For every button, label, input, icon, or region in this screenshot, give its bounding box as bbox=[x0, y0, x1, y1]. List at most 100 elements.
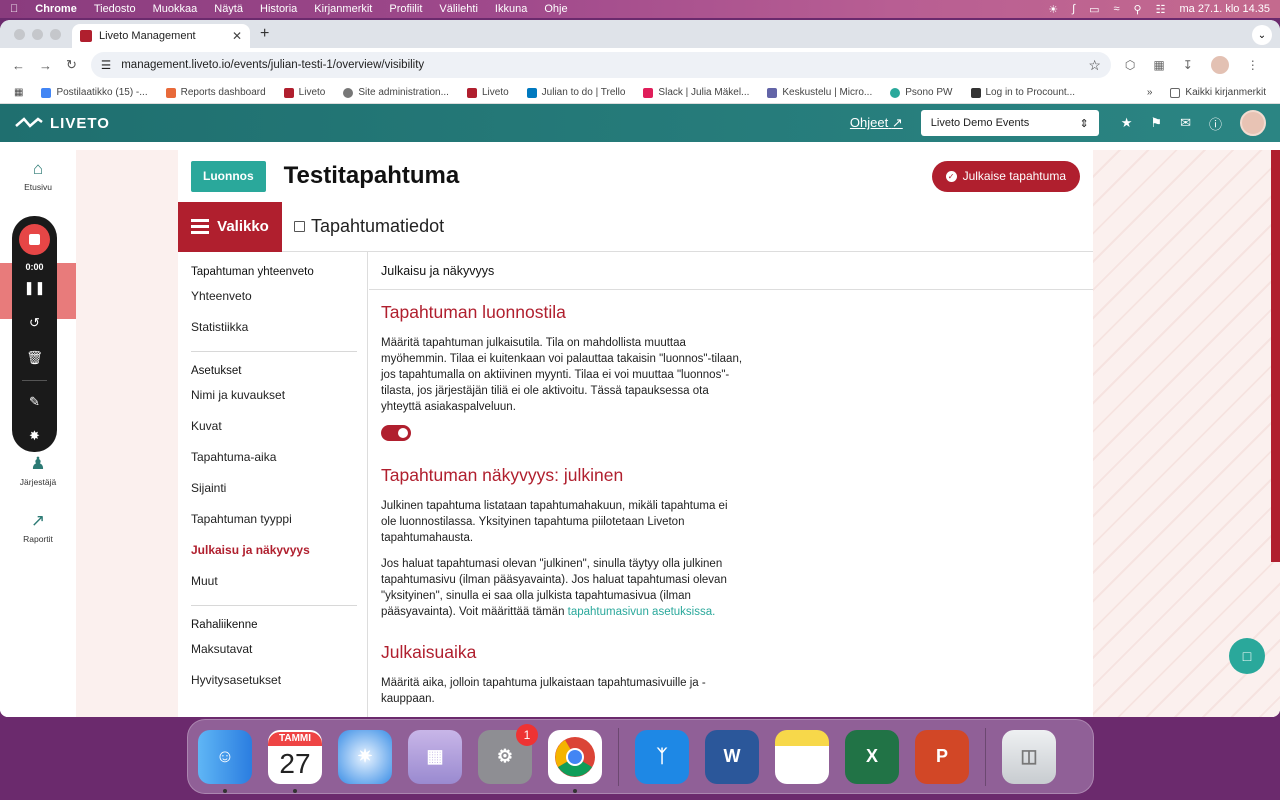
menu-profiles[interactable]: Profiilit bbox=[389, 3, 422, 15]
stop-recording-button[interactable] bbox=[19, 224, 50, 255]
nav-item-reports[interactable]: ↗ Raportit bbox=[0, 512, 76, 545]
menu-window[interactable]: Ikkuna bbox=[495, 3, 527, 15]
menu-view[interactable]: Näytä bbox=[214, 3, 243, 15]
menu-tab[interactable]: Välilehti bbox=[439, 3, 478, 15]
back-icon[interactable]: ← bbox=[12, 58, 25, 73]
sidebar-item-images[interactable]: Kuvat bbox=[178, 411, 367, 442]
close-tab-icon[interactable]: ✕ bbox=[232, 29, 242, 43]
wifi-icon[interactable]: ≈ bbox=[1114, 3, 1120, 15]
all-bookmarks-folder[interactable]: Kaikki kirjanmerkit bbox=[1170, 87, 1266, 98]
sidebar-item-refund-settings[interactable]: Hyvitysasetukset bbox=[178, 665, 367, 696]
effects-icon[interactable]: ✸ bbox=[12, 428, 57, 444]
zoom-window-button[interactable] bbox=[50, 29, 61, 40]
finder-app[interactable]: ☺ bbox=[198, 729, 252, 793]
apps-grid-icon[interactable]: ▦ bbox=[14, 87, 23, 98]
restart-icon[interactable]: ↺ bbox=[12, 315, 57, 331]
notes-app[interactable] bbox=[775, 729, 829, 784]
download-icon[interactable]: ↧ bbox=[1183, 58, 1193, 72]
browser-tab-active[interactable]: Liveto Management ✕ bbox=[72, 24, 250, 48]
bookmark-star-icon[interactable]: ☆ bbox=[1088, 57, 1101, 74]
profile-avatar[interactable] bbox=[1210, 56, 1229, 74]
address-bar[interactable]: ☰ management.liveto.io/events/julian-tes… bbox=[90, 52, 1111, 78]
user-avatar[interactable] bbox=[1240, 110, 1266, 136]
battery-icon[interactable]: ▭ bbox=[1089, 3, 1099, 16]
new-tab-button[interactable]: + bbox=[260, 25, 269, 43]
minimize-window-button[interactable] bbox=[32, 29, 43, 40]
draft-toggle[interactable] bbox=[381, 425, 411, 441]
excel-app[interactable]: X bbox=[845, 729, 899, 784]
pencil-icon[interactable]: ✎ bbox=[12, 394, 57, 410]
nav-item-home[interactable]: ⌂ Etusivu bbox=[0, 160, 76, 193]
puzzle-icon[interactable]: ▦ bbox=[1153, 58, 1164, 72]
bookmark-item[interactable]: Liveto bbox=[283, 87, 325, 98]
menu-bookmarks[interactable]: Kirjanmerkit bbox=[314, 3, 372, 15]
menu-file[interactable]: Tiedosto bbox=[94, 3, 136, 15]
sidebar-group-title: Asetukset bbox=[191, 365, 242, 377]
nav-item-organizer[interactable]: ♟ Järjestäjä bbox=[0, 455, 76, 488]
menu-help[interactable]: Ohje bbox=[544, 3, 567, 15]
bookmark-icon[interactable]: ⚑ bbox=[1150, 115, 1162, 131]
scrollbar[interactable] bbox=[1271, 150, 1280, 562]
sidebar-item-publishing-visibility[interactable]: Julkaisu ja näkyvyys bbox=[178, 535, 367, 566]
extension-icon[interactable]: ⬡ bbox=[1125, 58, 1135, 72]
menu-button[interactable]: Valikko bbox=[178, 201, 282, 252]
chrome-app[interactable] bbox=[548, 729, 602, 793]
sidebar-item-name-descriptions[interactable]: Nimi ja kuvaukset bbox=[178, 380, 367, 411]
safari-app[interactable]: ✷ bbox=[338, 729, 392, 784]
app-body: ⌂ Etusivu ♟ Järjestäjä ↗ Raportit 0:00 ❚… bbox=[0, 150, 1280, 717]
bookmark-item[interactable]: Keskustelu | Micro... bbox=[767, 87, 872, 98]
organization-select[interactable]: Liveto Demo Events ⇕ bbox=[920, 110, 1099, 136]
calendar-app[interactable]: TAMMI 27 bbox=[268, 729, 322, 793]
bookmark-item[interactable]: Reports dashboard bbox=[165, 87, 266, 98]
bluetooth-status-icon[interactable]: ∫ bbox=[1072, 3, 1075, 15]
powerpoint-app[interactable]: P bbox=[915, 729, 969, 784]
bookmark-item[interactable]: Psono PW bbox=[890, 87, 953, 98]
bookmark-item[interactable]: Postilaatikko (15) -... bbox=[41, 87, 148, 98]
spotlight-icon[interactable]: ⚲ bbox=[1134, 3, 1142, 16]
chat-support-button[interactable]: □ bbox=[1229, 638, 1265, 674]
event-page-settings-link[interactable]: tapahtumasivun asetuksissa. bbox=[568, 606, 716, 618]
menu-edit[interactable]: Muokkaa bbox=[153, 3, 198, 15]
site-info-icon[interactable]: ☰ bbox=[101, 58, 111, 72]
info-icon[interactable]: ⓘ bbox=[1209, 114, 1222, 133]
apple-menu-icon[interactable]:  bbox=[10, 3, 18, 15]
bookmarks-overflow-icon[interactable]: » bbox=[1147, 87, 1153, 98]
forward-icon[interactable]: → bbox=[39, 58, 52, 73]
sidebar-item-event-type[interactable]: Tapahtuman tyyppi bbox=[178, 504, 367, 535]
chat-icon: □ bbox=[1242, 648, 1252, 664]
sidebar-item-event-time[interactable]: Tapahtuma-aika bbox=[178, 442, 367, 473]
bookmark-item[interactable]: Log in to Procount... bbox=[970, 87, 1075, 98]
close-window-button[interactable] bbox=[14, 29, 25, 40]
reload-icon[interactable]: ↻ bbox=[66, 57, 77, 73]
word-app[interactable]: W bbox=[705, 729, 759, 784]
help-link[interactable]: Ohjeet ↗ bbox=[850, 115, 903, 131]
publish-event-button[interactable]: ✓ Julkaise tapahtuma bbox=[931, 160, 1080, 192]
control-center-icon[interactable]: ☷ bbox=[1156, 3, 1166, 16]
sidebar-item-summary[interactable]: Yhteenveto bbox=[178, 281, 367, 312]
launchpad-app[interactable]: ▦ bbox=[408, 729, 462, 784]
sidebar-item-other[interactable]: Muut bbox=[178, 566, 367, 597]
sidebar-item-location[interactable]: Sijainti bbox=[178, 473, 367, 504]
menu-chrome[interactable]: Chrome bbox=[35, 3, 77, 15]
sidebar-item-payment-methods[interactable]: Maksutavat bbox=[178, 634, 367, 665]
bluetooth-app[interactable]: ᛉ bbox=[635, 729, 689, 784]
tab-search-chevron-icon[interactable]: ⌄ bbox=[1252, 25, 1272, 45]
system-settings-app[interactable]: ⚙ 1 bbox=[478, 723, 538, 784]
message-icon[interactable]: ✉ bbox=[1180, 115, 1191, 131]
brightness-icon[interactable]: ☀ bbox=[1048, 3, 1058, 16]
trash-app[interactable]: ◫ bbox=[1002, 729, 1056, 784]
bookmark-item[interactable]: Site administration... bbox=[343, 87, 449, 98]
bookmark-item[interactable]: Slack | Julia Mäkel... bbox=[643, 87, 749, 98]
bookmark-item[interactable]: Julian to do | Trello bbox=[526, 87, 625, 98]
sidebar-item-statistics[interactable]: Statistiikka bbox=[178, 312, 367, 343]
pause-icon[interactable]: ❚❚ bbox=[12, 280, 57, 296]
bookmark-item[interactable]: Liveto bbox=[466, 87, 509, 98]
more-menu-icon[interactable]: ⋮ bbox=[1247, 58, 1259, 72]
trash-icon[interactable]: 🗑 bbox=[12, 350, 57, 366]
folder-icon bbox=[1170, 87, 1181, 98]
menu-history[interactable]: Historia bbox=[260, 3, 297, 15]
liveto-logo[interactable]: LIVETO bbox=[14, 115, 110, 132]
star-icon[interactable]: ★ bbox=[1121, 115, 1133, 131]
clock[interactable]: ma 27.1. klo 14.35 bbox=[1179, 3, 1270, 15]
dock-separator bbox=[618, 727, 619, 786]
